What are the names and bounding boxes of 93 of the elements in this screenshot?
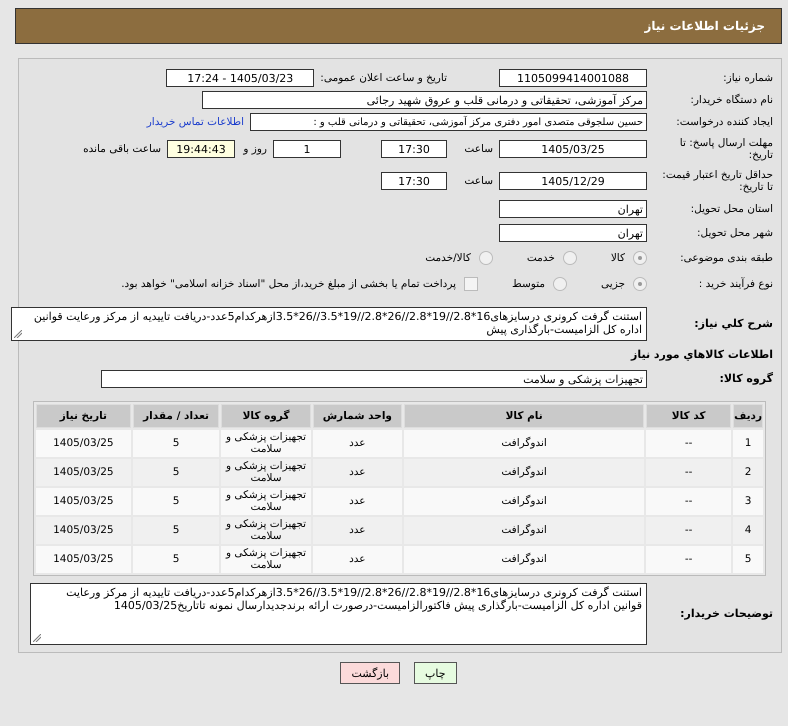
column-header: تاریخ نیاز <box>36 404 131 428</box>
radio-label: جزیی <box>601 278 625 290</box>
field-label: تاریخ و ساعت اعلان عمومی: <box>320 72 447 84</box>
field-label: استان محل تحویل: <box>690 202 774 216</box>
buyer-notes-textarea[interactable]: استنت گرفت کرونری درسایزهای16*2.8//19*2.8//26*2.8//19*3.5//26*3.5ازهرکدام5عدد-دریافت تاییدیه از مرکز ورعایت قوانین اداره کل الزامیست-بارگذاری پیش فاکتورالزامیست-درصورت ارائه برندجدیدارسال نمونه تاتاریخ1405/03/25 <box>30 583 647 645</box>
table-cell: 5 <box>733 546 763 573</box>
requester-field: حسین سلجوقی متصدی امور دفتری مرکز آموزشی، تحقیقاتی و درمانی قلب و : <box>250 113 647 131</box>
days-label: روز و <box>242 143 267 155</box>
table-cell: 5 <box>132 459 220 486</box>
days-field: 1 <box>273 140 341 158</box>
table-cell: 1405/03/25 <box>36 517 131 544</box>
radio-button[interactable] <box>478 251 493 265</box>
table-cell: عدد <box>312 488 402 515</box>
column-header: واحد شمارش <box>312 404 402 428</box>
field-label: حداقل تاریخ اعتبار قیمت: تا تاریخ: <box>661 168 774 194</box>
table-cell: اندوگرافت <box>404 517 644 544</box>
table-cell: تجهیزات پزشکی و سلامت <box>221 546 311 573</box>
radio-label: کالا <box>610 252 625 264</box>
remaining-label: ساعت باقی مانده <box>83 143 161 155</box>
table-cell: 5 <box>132 546 220 573</box>
field-label: شرح کلي نياز: <box>693 318 774 330</box>
table-cell: عدد <box>312 517 402 544</box>
table-cell: 1405/03/25 <box>36 459 131 486</box>
table-cell: 5 <box>132 488 220 515</box>
column-header: تعداد / مقدار <box>132 404 220 428</box>
table-cell: تجهیزات پزشکی و سلامت <box>221 517 311 544</box>
resize-grip-icon[interactable] <box>33 634 41 642</box>
column-header: کد کالا <box>646 404 732 428</box>
field-label: شماره نیاز: <box>722 72 774 84</box>
table-cell: اندوگرافت <box>404 546 644 573</box>
radio-button[interactable] <box>633 251 647 265</box>
field-label: شهر محل تحویل: <box>696 226 774 240</box>
deadline-date-field: 1405/03/25 <box>499 140 647 158</box>
table-cell: -- <box>646 488 732 515</box>
city-field: تهران <box>499 224 647 242</box>
table-cell: تجهیزات پزشکی و سلامت <box>221 430 311 457</box>
buyer-org-field: مرکز آموزشی، تحقیقاتی و درمانی قلب و عروق شهید رجائی <box>202 91 647 109</box>
table-cell: 1405/03/25 <box>36 488 131 515</box>
buyer-contact-link[interactable]: اطلاعات تماس خریدار <box>146 116 244 128</box>
table-cell: تجهیزات پزشکی و سلامت <box>221 488 311 515</box>
deadline-time-field: 17:30 <box>381 140 447 158</box>
table-cell: 1405/03/25 <box>36 430 131 457</box>
table-cell: 5 <box>132 517 220 544</box>
resize-grip-icon[interactable] <box>14 330 22 338</box>
time-label: ساعت <box>463 175 493 187</box>
validity-date-field: 1405/12/29 <box>499 172 647 190</box>
radio-button[interactable] <box>633 277 647 291</box>
table-cell: عدد <box>312 546 402 573</box>
field-label: نام دستگاه خریدار: <box>689 94 774 106</box>
table-cell: 1 <box>733 430 763 457</box>
back-button[interactable]: بازگشت <box>340 662 400 684</box>
table-cell: -- <box>646 459 732 486</box>
checkbox[interactable] <box>464 277 478 291</box>
table-cell: اندوگرافت <box>404 459 644 486</box>
print-button[interactable]: چاپ <box>414 662 457 684</box>
field-label: گروه کالا: <box>718 372 774 386</box>
field-label: ایجاد کننده درخواست: <box>675 116 774 128</box>
column-header: ردیف <box>733 404 763 428</box>
field-label: توضیحات خریدار: <box>679 608 774 620</box>
table-cell: اندوگرافت <box>404 430 644 457</box>
page-title: جزئیات اطلاعات نیاز <box>644 19 765 33</box>
radio-label: کالا/خدمت <box>425 252 471 264</box>
table-cell: 3 <box>733 488 763 515</box>
table-cell: 5 <box>132 430 220 457</box>
table-cell: عدد <box>312 459 402 486</box>
column-header: نام کالا <box>404 404 644 428</box>
table-cell: -- <box>646 517 732 544</box>
table-cell: اندوگرافت <box>404 488 644 515</box>
column-header: گروه کالا <box>221 404 311 428</box>
field-label: طبقه بندی موضوعی: <box>679 252 774 264</box>
checkbox-label: پرداخت تمام یا بخشی از مبلغ خرید،از محل "اسناد خزانه اسلامی" خواهد بود. <box>121 278 456 290</box>
validity-time-field: 17:30 <box>381 172 447 190</box>
table-cell: -- <box>646 546 732 573</box>
time-label: ساعت <box>463 143 493 155</box>
radio-button[interactable] <box>562 251 577 265</box>
radio-label: متوسط <box>512 278 546 290</box>
table-cell: عدد <box>312 430 402 457</box>
table-cell: 2 <box>733 459 763 486</box>
section-title: اطلاعات کالاهاي مورد نياز <box>630 348 774 362</box>
remaining-time-field: 19:44:43 <box>167 140 235 158</box>
table-cell: 4 <box>733 517 763 544</box>
summary-textarea[interactable]: استنت گرفت کرونری درسایزهای16*2.8//19*2.8//26*2.8//19*3.5//26*3.5ازهرکدام5عدد-دریافت تاییدیه از مرکز ورعایت قوانین اداره کل الزامیست-بارگذاری پیش <box>11 307 647 341</box>
radio-label: خدمت <box>526 252 555 264</box>
table-cell: -- <box>646 430 732 457</box>
field-label: نوع فرآیند خرید : <box>698 278 774 290</box>
goods-group-field: تجهیزات پزشکی و سلامت <box>101 370 647 388</box>
province-field: تهران <box>499 200 647 218</box>
field-label: مهلت ارسال پاسخ: تا تاریخ: <box>678 136 774 162</box>
table-cell: 1405/03/25 <box>36 546 131 573</box>
announce-date-field: 1405/03/23 - 17:24 <box>166 69 314 87</box>
table-cell: تجهیزات پزشکی و سلامت <box>221 459 311 486</box>
need-number-field: 1105099414001088 <box>499 69 647 87</box>
radio-button[interactable] <box>553 277 568 291</box>
